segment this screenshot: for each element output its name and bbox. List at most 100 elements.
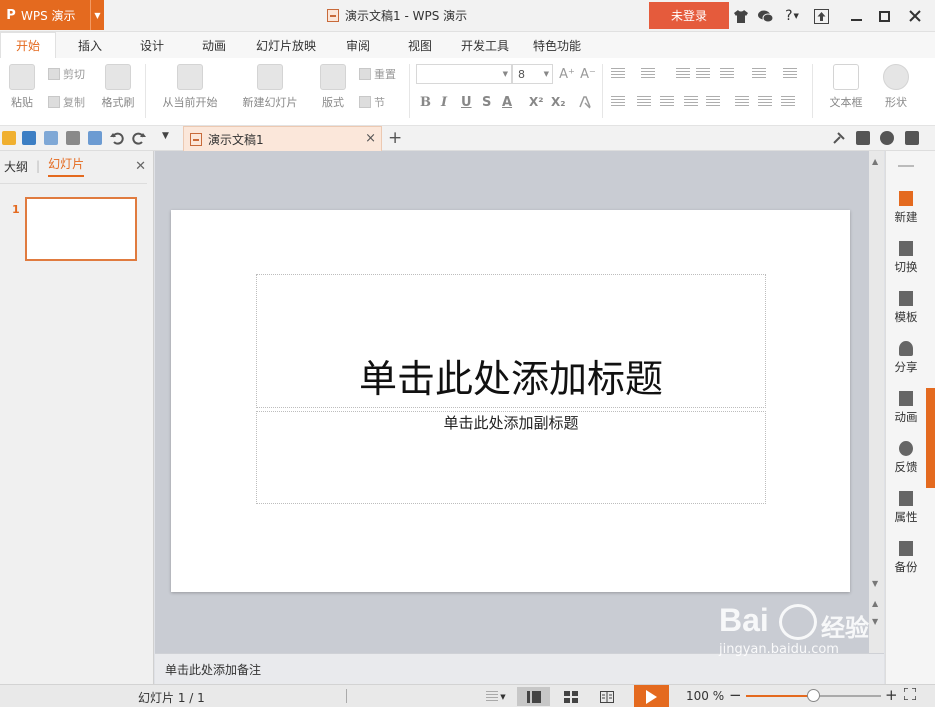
tab-design[interactable]: 设计 [126, 32, 178, 58]
play-from-current-button[interactable]: 从当前开始 [154, 64, 226, 110]
paragraph-spacing-icon[interactable] [758, 96, 772, 108]
pane-template-button[interactable]: 模板 [886, 291, 926, 325]
superscript-button[interactable]: X² [529, 94, 544, 110]
title-placeholder[interactable]: 单击此处添加标题 [256, 274, 766, 408]
tab-special[interactable]: 特色功能 [524, 32, 590, 58]
chat-bubble-icon[interactable] [757, 7, 773, 25]
save-icon[interactable] [22, 131, 36, 145]
tab-view[interactable]: 视图 [394, 32, 446, 58]
open-folder-icon[interactable] [2, 131, 16, 145]
clear-format-icon[interactable] [577, 94, 593, 110]
play-slideshow-button[interactable] [634, 685, 669, 707]
line-spacing-icon[interactable] [735, 96, 749, 108]
number-list-icon[interactable] [641, 68, 655, 80]
tab-slideshow[interactable]: 幻灯片放映 [250, 32, 322, 58]
print-preview-icon[interactable] [88, 131, 102, 145]
tab-review[interactable]: 审阅 [332, 32, 384, 58]
font-color-button[interactable]: A [502, 94, 512, 110]
redo-icon[interactable] [132, 131, 146, 145]
close-button[interactable] [901, 5, 929, 27]
bold-button[interactable]: B [420, 94, 431, 110]
text-effect-icon[interactable] [783, 68, 797, 80]
upload-icon[interactable] [811, 7, 831, 25]
tab-home[interactable]: 开始 [0, 32, 56, 58]
slide-thumbnail[interactable] [25, 197, 137, 261]
fit-window-icon[interactable] [903, 687, 917, 703]
export-pdf-icon[interactable] [44, 131, 58, 145]
justify-icon[interactable] [684, 96, 698, 108]
section-button[interactable]: 节 [359, 94, 385, 110]
print-icon[interactable] [66, 131, 80, 145]
subscript-button[interactable]: X₂ [551, 94, 566, 110]
pane-transition-button[interactable]: 切换 [886, 241, 926, 275]
minimize-button[interactable] [842, 5, 870, 27]
format-icon[interactable] [856, 131, 870, 145]
login-button[interactable]: 未登录 [649, 2, 729, 29]
pane-share-button[interactable]: 分享 [886, 341, 926, 375]
columns-icon[interactable] [720, 68, 734, 80]
cut-button[interactable]: 剪切 [48, 66, 85, 82]
paragraph-settings-icon[interactable] [781, 96, 795, 108]
underline-button[interactable]: U [461, 94, 472, 110]
vertical-scrollbar[interactable]: ▲ ▼ ▲ ▼ [869, 151, 884, 653]
tab-animation[interactable]: 动画 [188, 32, 240, 58]
pane-feedback-button[interactable]: 反馈 [886, 441, 926, 475]
history-icon[interactable] [880, 131, 894, 145]
grow-font-button[interactable]: A⁺ [558, 66, 576, 82]
undo-icon[interactable] [110, 131, 124, 145]
font-size-select[interactable]: 8 ▼ [512, 64, 553, 84]
shrink-font-button[interactable]: A⁻ [579, 66, 597, 82]
italic-button[interactable]: I [441, 94, 447, 110]
format-painter-button[interactable]: 格式刷 [98, 64, 138, 110]
pane-backup-button[interactable]: 备份 [886, 541, 926, 575]
normal-view-button[interactable] [517, 687, 550, 706]
scroll-down-icon[interactable]: ▼ [872, 579, 878, 588]
decrease-indent-icon[interactable] [676, 68, 690, 80]
font-name-select[interactable]: ▼ [416, 64, 512, 84]
increase-indent-icon[interactable] [696, 68, 710, 80]
zoom-slider-thumb[interactable] [806, 689, 820, 702]
help-icon[interactable]: ? ▼ [781, 7, 803, 25]
bullet-list-icon[interactable] [611, 68, 625, 80]
app-menu-button[interactable]: P WPS 演示 ▼ [0, 0, 104, 30]
window-mode-icon[interactable] [905, 131, 919, 145]
pane-animation-button[interactable]: 动画 [886, 391, 926, 425]
zoom-in-icon[interactable]: + [885, 686, 898, 704]
copy-button[interactable]: 复制 [48, 94, 85, 110]
shadow-button[interactable]: S [482, 94, 491, 110]
align-center-icon[interactable] [637, 96, 651, 108]
pane-collapse-handle[interactable] [926, 388, 935, 488]
document-tab[interactable]: 演示文稿1 × [183, 126, 382, 151]
subtitle-placeholder[interactable]: 单击此处添加副标题 [256, 411, 766, 504]
textbox-button[interactable]: 文本框 [822, 64, 870, 110]
layout-button[interactable]: 版式 [314, 64, 352, 110]
close-icon[interactable]: × [365, 131, 376, 146]
tab-developer[interactable]: 开发工具 [452, 32, 518, 58]
slide-sorter-view-button[interactable] [559, 687, 583, 706]
pane-new-button[interactable]: 新建 [886, 191, 926, 225]
shape-button[interactable]: 形状 [876, 64, 916, 110]
skin-shirt-icon[interactable] [733, 7, 749, 25]
tab-slides[interactable]: 幻灯片 [48, 155, 85, 177]
tab-outline[interactable]: 大纲 [4, 158, 28, 175]
reset-button[interactable]: 重置 [359, 66, 396, 82]
new-tab-plus-icon[interactable]: + [388, 128, 402, 148]
maximize-button[interactable] [870, 5, 898, 27]
distribute-icon[interactable] [706, 96, 720, 108]
customize-dropdown-icon[interactable]: ▼ [162, 131, 176, 145]
zoom-out-icon[interactable]: − [729, 686, 742, 704]
view-options-icon[interactable]: ▼ [483, 687, 509, 706]
settings-tool-icon[interactable] [832, 131, 846, 145]
align-right-icon[interactable] [660, 96, 674, 108]
scroll-up-icon[interactable]: ▲ [872, 157, 878, 166]
close-icon[interactable]: ✕ [135, 159, 146, 174]
align-left-icon[interactable] [611, 96, 625, 108]
new-slide-button[interactable]: 新建幻灯片 [234, 64, 306, 110]
paste-button[interactable]: 粘贴 [4, 64, 40, 110]
chevron-down-icon[interactable]: ▼ [90, 0, 104, 30]
tab-insert[interactable]: 插入 [64, 32, 116, 58]
slide-canvas[interactable]: 单击此处添加标题 单击此处添加副标题 [171, 210, 850, 592]
text-direction-icon[interactable] [752, 68, 766, 80]
reading-view-button[interactable] [595, 687, 619, 706]
pane-properties-button[interactable]: 属性 [886, 491, 926, 525]
